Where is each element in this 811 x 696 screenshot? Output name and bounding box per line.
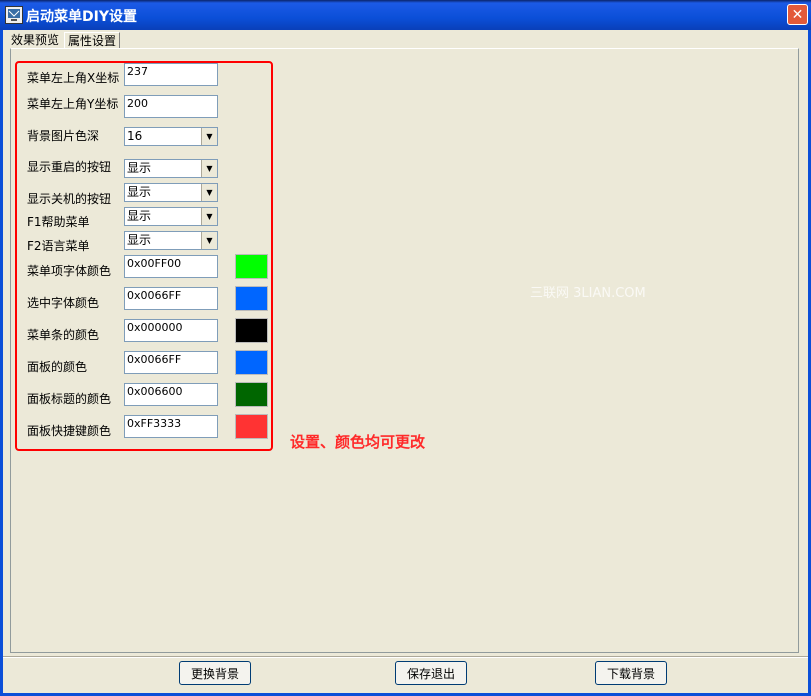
- panel-shortcut-color-label: 面板快捷键颜色: [27, 424, 112, 438]
- bottom-divider: [3, 656, 808, 658]
- chevron-down-icon[interactable]: ▼: [201, 128, 217, 145]
- bg-depth-value: 16: [127, 129, 143, 143]
- panel-title-color-input[interactable]: 0x006600: [124, 383, 218, 406]
- show-restart-value: 显示: [127, 161, 152, 175]
- chevron-down-icon[interactable]: ▼: [201, 208, 217, 225]
- panel-shortcut-color-input[interactable]: 0xFF3333: [124, 415, 218, 438]
- change-background-button[interactable]: 更换背景: [179, 661, 251, 685]
- tab-properties[interactable]: 属性设置: [64, 32, 121, 49]
- selected-font-color-input[interactable]: 0x0066FF: [124, 287, 218, 310]
- f2-lang-select[interactable]: 显示 ▼: [124, 231, 218, 250]
- save-exit-button[interactable]: 保存退出: [395, 661, 467, 685]
- menu-x-input[interactable]: 237: [124, 63, 218, 86]
- show-restart-select[interactable]: 显示 ▼: [124, 159, 218, 178]
- panel-shortcut-color-swatch[interactable]: [235, 414, 268, 439]
- close-icon: ✕: [791, 6, 804, 23]
- chevron-down-icon[interactable]: ▼: [201, 232, 217, 249]
- f2-lang-value: 显示: [127, 233, 152, 247]
- menu-x-label: 菜单左上角X坐标: [27, 71, 120, 85]
- menu-y-label: 菜单左上角Y坐标: [27, 97, 119, 111]
- menu-item-font-color-swatch[interactable]: [235, 254, 268, 279]
- annotation-text: 设置、颜色均可更改: [290, 433, 426, 451]
- menu-bar-color-label: 菜单条的颜色: [27, 328, 100, 342]
- window-title: 启动菜单DIY设置: [26, 9, 137, 25]
- f1-help-value: 显示: [127, 209, 152, 223]
- tab-preview[interactable]: 效果预览: [8, 32, 62, 48]
- selected-font-color-label: 选中字体颜色: [27, 296, 100, 310]
- selected-font-color-swatch[interactable]: [235, 286, 268, 311]
- show-restart-label: 显示重启的按钮: [27, 160, 112, 174]
- menu-bar-color-swatch[interactable]: [235, 318, 268, 343]
- download-background-button[interactable]: 下载背景: [595, 661, 667, 685]
- close-button[interactable]: ✕: [787, 4, 808, 25]
- show-shutdown-label: 显示关机的按钮: [27, 192, 112, 206]
- menu-y-input[interactable]: 200: [124, 95, 218, 118]
- show-shutdown-select[interactable]: 显示 ▼: [124, 183, 218, 202]
- title-bar[interactable]: 启动菜单DIY设置 ✕: [0, 0, 811, 30]
- panel-color-input[interactable]: 0x0066FF: [124, 351, 218, 374]
- bg-depth-label: 背景图片色深: [27, 129, 100, 143]
- f2-lang-label: F2语言菜单: [27, 239, 90, 253]
- watermark: 三联网 3LIAN.COM: [530, 286, 646, 301]
- panel-color-label: 面板的颜色: [27, 360, 88, 374]
- f1-help-select[interactable]: 显示 ▼: [124, 207, 218, 226]
- show-shutdown-value: 显示: [127, 185, 152, 199]
- panel-color-swatch[interactable]: [235, 350, 268, 375]
- bg-depth-select[interactable]: 16 ▼: [124, 127, 218, 146]
- f1-help-label: F1帮助菜单: [27, 215, 90, 229]
- menu-item-font-color-input[interactable]: 0x00FF00: [124, 255, 218, 278]
- menu-item-font-color-label: 菜单项字体颜色: [27, 264, 112, 278]
- app-icon: [5, 6, 23, 24]
- menu-bar-color-input[interactable]: 0x000000: [124, 319, 218, 342]
- chevron-down-icon[interactable]: ▼: [201, 184, 217, 201]
- chevron-down-icon[interactable]: ▼: [201, 160, 217, 177]
- panel-title-color-swatch[interactable]: [235, 382, 268, 407]
- panel-title-color-label: 面板标题的颜色: [27, 392, 112, 406]
